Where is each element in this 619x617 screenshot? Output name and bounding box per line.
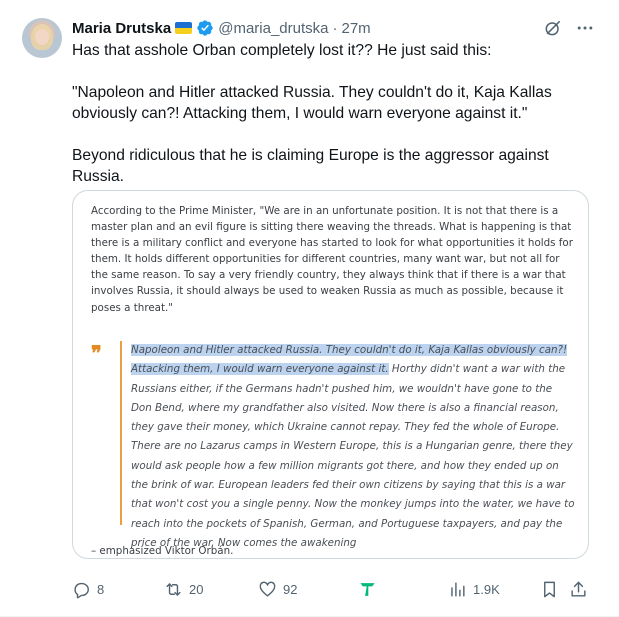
- tweet[interactable]: Maria Drutska @maria_drutska · 27m Has t…: [0, 0, 619, 617]
- like-count: 92: [283, 582, 298, 597]
- repost-count: 20: [189, 582, 204, 597]
- like-button[interactable]: 92: [258, 580, 297, 599]
- author-handle[interactable]: @maria_drutska: [218, 20, 328, 37]
- grok-sparkle-icon: [360, 583, 375, 596]
- separator-dot: ·: [332, 19, 338, 37]
- attribution: – emphasized Viktor Orbán.: [91, 545, 234, 557]
- tweet-header: Maria Drutska @maria_drutska · 27m: [72, 18, 371, 38]
- author-name[interactable]: Maria Drutska: [72, 20, 171, 37]
- share-icon: [571, 581, 586, 597]
- article-excerpt: According to the Prime Minister, "We are…: [91, 203, 575, 557]
- more-options-icon[interactable]: [575, 18, 595, 38]
- views-button[interactable]: 1.9K: [448, 580, 500, 599]
- bookmark-icon: [544, 581, 555, 598]
- verified-badge-icon: [197, 20, 213, 36]
- reply-icon: [74, 582, 89, 599]
- share-button[interactable]: [569, 580, 588, 599]
- tweet-text: Has that asshole Orban completely lost i…: [72, 40, 592, 187]
- excerpt-intro: According to the Prime Minister, "We are…: [91, 205, 573, 314]
- grok-analyze-button[interactable]: [358, 580, 377, 599]
- quote-mark-icon: ❞: [91, 341, 102, 365]
- attached-image[interactable]: According to the Prime Minister, "We are…: [72, 190, 589, 559]
- views-chart-icon: [451, 582, 465, 597]
- quote-bar: [120, 341, 122, 525]
- bookmark-button[interactable]: [540, 580, 559, 599]
- tweet-paragraph: Has that asshole Orban completely lost i…: [72, 42, 492, 59]
- top-right-actions: [543, 18, 595, 38]
- quote-continuation: Horthy didn't want a war with the Russia…: [131, 363, 575, 549]
- reply-count: 8: [97, 582, 105, 597]
- views-count: 1.9K: [473, 582, 500, 597]
- action-bar: 8 20 92 1.9K: [72, 580, 589, 600]
- ukraine-flag-icon: [175, 22, 193, 34]
- tweet-paragraph: "Napoleon and Hitler attacked Russia. Th…: [72, 84, 552, 122]
- grok-icon[interactable]: [543, 18, 563, 38]
- quote-text: Napoleon and Hitler attacked Russia. The…: [131, 341, 576, 553]
- timestamp[interactable]: 27m: [342, 20, 371, 37]
- repost-button[interactable]: 20: [164, 580, 203, 599]
- repost-icon: [166, 583, 181, 596]
- heart-icon: [259, 581, 276, 597]
- tweet-paragraph: Beyond ridiculous that he is claiming Eu…: [72, 147, 549, 185]
- reply-button[interactable]: 8: [72, 580, 104, 599]
- avatar[interactable]: [22, 18, 62, 58]
